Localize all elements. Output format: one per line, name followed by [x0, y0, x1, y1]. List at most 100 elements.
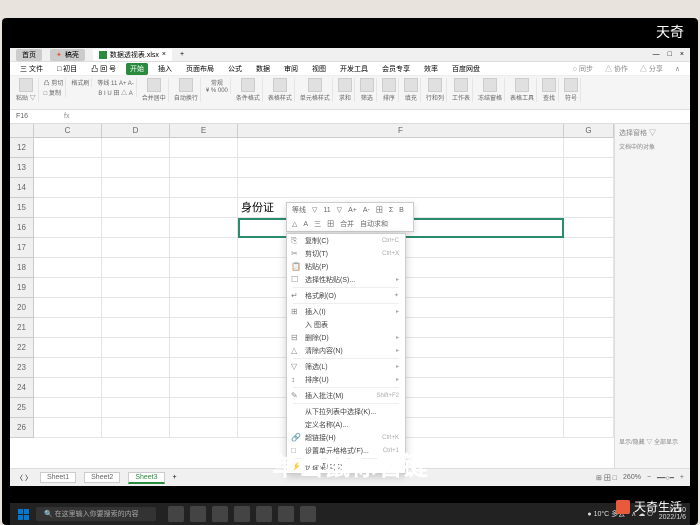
- cell-G12[interactable]: [564, 138, 614, 158]
- ctx-复制(C)[interactable]: ⎘复制(C)Ctrl+C: [287, 234, 405, 247]
- cell-G19[interactable]: [564, 278, 614, 298]
- paste-icon[interactable]: [19, 78, 33, 92]
- cell-G15[interactable]: [564, 198, 614, 218]
- row-header-22[interactable]: 22: [10, 338, 34, 358]
- cell-G24[interactable]: [564, 378, 614, 398]
- row-header-12[interactable]: 12: [10, 138, 34, 158]
- cell-G16[interactable]: [564, 218, 614, 238]
- row-header-26[interactable]: 26: [10, 418, 34, 438]
- taskbar-app-2[interactable]: [190, 506, 206, 522]
- pane-footer[interactable]: 显示/隐藏 ▽ 全部显示: [619, 437, 678, 446]
- tab-review[interactable]: 审阅: [280, 63, 302, 75]
- cell-E25[interactable]: [170, 398, 238, 418]
- cell-D14[interactable]: [102, 178, 170, 198]
- sync-btn[interactable]: ○ 同步: [569, 63, 597, 75]
- cut-btn[interactable]: 凸 剪切: [44, 78, 64, 87]
- cell-E16[interactable]: [170, 218, 238, 238]
- row-header-13[interactable]: 13: [10, 158, 34, 178]
- window-min-icon[interactable]: —: [653, 51, 660, 58]
- tab-file[interactable]: 数据透视表.xlsx×: [93, 49, 172, 61]
- cell-E26[interactable]: [170, 418, 238, 438]
- mt-border[interactable]: 田: [374, 205, 385, 215]
- ctx-超链接(H)[interactable]: 🔗超链接(H)Ctrl+K: [287, 431, 405, 444]
- ribbon-collapse-icon[interactable]: ∧: [671, 64, 684, 74]
- ctx-粘贴(P)[interactable]: 📋粘贴(P): [287, 260, 405, 273]
- ctx-选择性粘贴(S)...[interactable]: ☐选择性粘贴(S)... ▸: [287, 273, 405, 286]
- cell-D22[interactable]: [102, 338, 170, 358]
- cell-D16[interactable]: [102, 218, 170, 238]
- tab-eff[interactable]: 效率: [420, 63, 442, 75]
- name-box[interactable]: F16: [16, 113, 56, 120]
- tab-gaoke[interactable]: ✦稿壳: [50, 49, 85, 61]
- ctx-格式刷(O)[interactable]: ↵格式刷(O)✦: [287, 289, 405, 302]
- new-tab-button[interactable]: +: [180, 51, 184, 58]
- tab-member[interactable]: 会员专享: [378, 63, 414, 75]
- tab-insert[interactable]: 插入: [154, 63, 176, 75]
- ctx-插入(I)[interactable]: ⊞插入(I) ▸: [287, 305, 405, 318]
- rowcol-icon[interactable]: [428, 78, 442, 92]
- cell-D12[interactable]: [102, 138, 170, 158]
- cell-G13[interactable]: [564, 158, 614, 178]
- cell-E13[interactable]: [170, 158, 238, 178]
- cell-D24[interactable]: [102, 378, 170, 398]
- cell-D15[interactable]: [102, 198, 170, 218]
- cell-F12[interactable]: [238, 138, 564, 158]
- merge-icon[interactable]: [147, 78, 161, 92]
- cell-E22[interactable]: [170, 338, 238, 358]
- start-button[interactable]: [14, 505, 32, 523]
- share-btn[interactable]: △ 分享: [636, 63, 667, 75]
- mt-autosum[interactable]: 自动求和: [358, 219, 390, 229]
- cell-D13[interactable]: [102, 158, 170, 178]
- row-header-21[interactable]: 21: [10, 318, 34, 338]
- mt-align[interactable]: 三: [312, 219, 323, 229]
- fill-icon[interactable]: [404, 78, 418, 92]
- taskbar-app-4[interactable]: [234, 506, 250, 522]
- formula-input[interactable]: [77, 113, 684, 120]
- ctx-剪切(T)[interactable]: ✂剪切(T)Ctrl+X: [287, 247, 405, 260]
- cell-D18[interactable]: [102, 258, 170, 278]
- cell-C22[interactable]: [34, 338, 102, 358]
- cell-C20[interactable]: [34, 298, 102, 318]
- format-painter[interactable]: 格式刷: [71, 78, 89, 87]
- row-header-16[interactable]: 16: [10, 218, 34, 238]
- worksheet-icon[interactable]: [454, 78, 468, 92]
- cell-D26[interactable]: [102, 418, 170, 438]
- cell-C21[interactable]: [34, 318, 102, 338]
- cell-G26[interactable]: [564, 418, 614, 438]
- mt-bold[interactable]: B: [397, 207, 406, 214]
- cell-C18[interactable]: [34, 258, 102, 278]
- col-header-E[interactable]: E: [170, 124, 238, 138]
- cell-C12[interactable]: [34, 138, 102, 158]
- row-header-17[interactable]: 17: [10, 238, 34, 258]
- cell-G14[interactable]: [564, 178, 614, 198]
- cell-E20[interactable]: [170, 298, 238, 318]
- col-header-F[interactable]: F: [238, 124, 564, 138]
- tab-baidu[interactable]: 百度网盘: [448, 63, 484, 75]
- mt-fill[interactable]: △: [290, 220, 299, 228]
- cell-G21[interactable]: [564, 318, 614, 338]
- tabletool-icon[interactable]: [515, 78, 529, 92]
- copy-btn[interactable]: □ 复制: [44, 88, 61, 97]
- freeze-icon[interactable]: [483, 78, 497, 92]
- tab-data[interactable]: 数据: [252, 63, 274, 75]
- tablestyle-icon[interactable]: [273, 78, 287, 92]
- cell-G20[interactable]: [564, 298, 614, 318]
- cell-E18[interactable]: [170, 258, 238, 278]
- cell-E24[interactable]: [170, 378, 238, 398]
- mt-grid[interactable]: 田: [325, 219, 336, 229]
- cellstyle-icon[interactable]: [308, 78, 322, 92]
- taskbar-app-6[interactable]: [278, 506, 294, 522]
- col-header-G[interactable]: G: [564, 124, 614, 138]
- cell-E15[interactable]: [170, 198, 238, 218]
- cell-C23[interactable]: [34, 358, 102, 378]
- col-header-[interactable]: [10, 124, 34, 138]
- cell-E19[interactable]: [170, 278, 238, 298]
- cell-C14[interactable]: [34, 178, 102, 198]
- cell-D25[interactable]: [102, 398, 170, 418]
- qat-2[interactable]: 凸 回 号: [87, 63, 120, 75]
- mt-size[interactable]: 11: [321, 207, 332, 214]
- collab-btn[interactable]: △ 协作: [601, 63, 632, 75]
- find-icon[interactable]: [542, 78, 556, 92]
- mt-font[interactable]: 等线: [290, 205, 308, 215]
- mt-sum[interactable]: Σ: [387, 207, 395, 214]
